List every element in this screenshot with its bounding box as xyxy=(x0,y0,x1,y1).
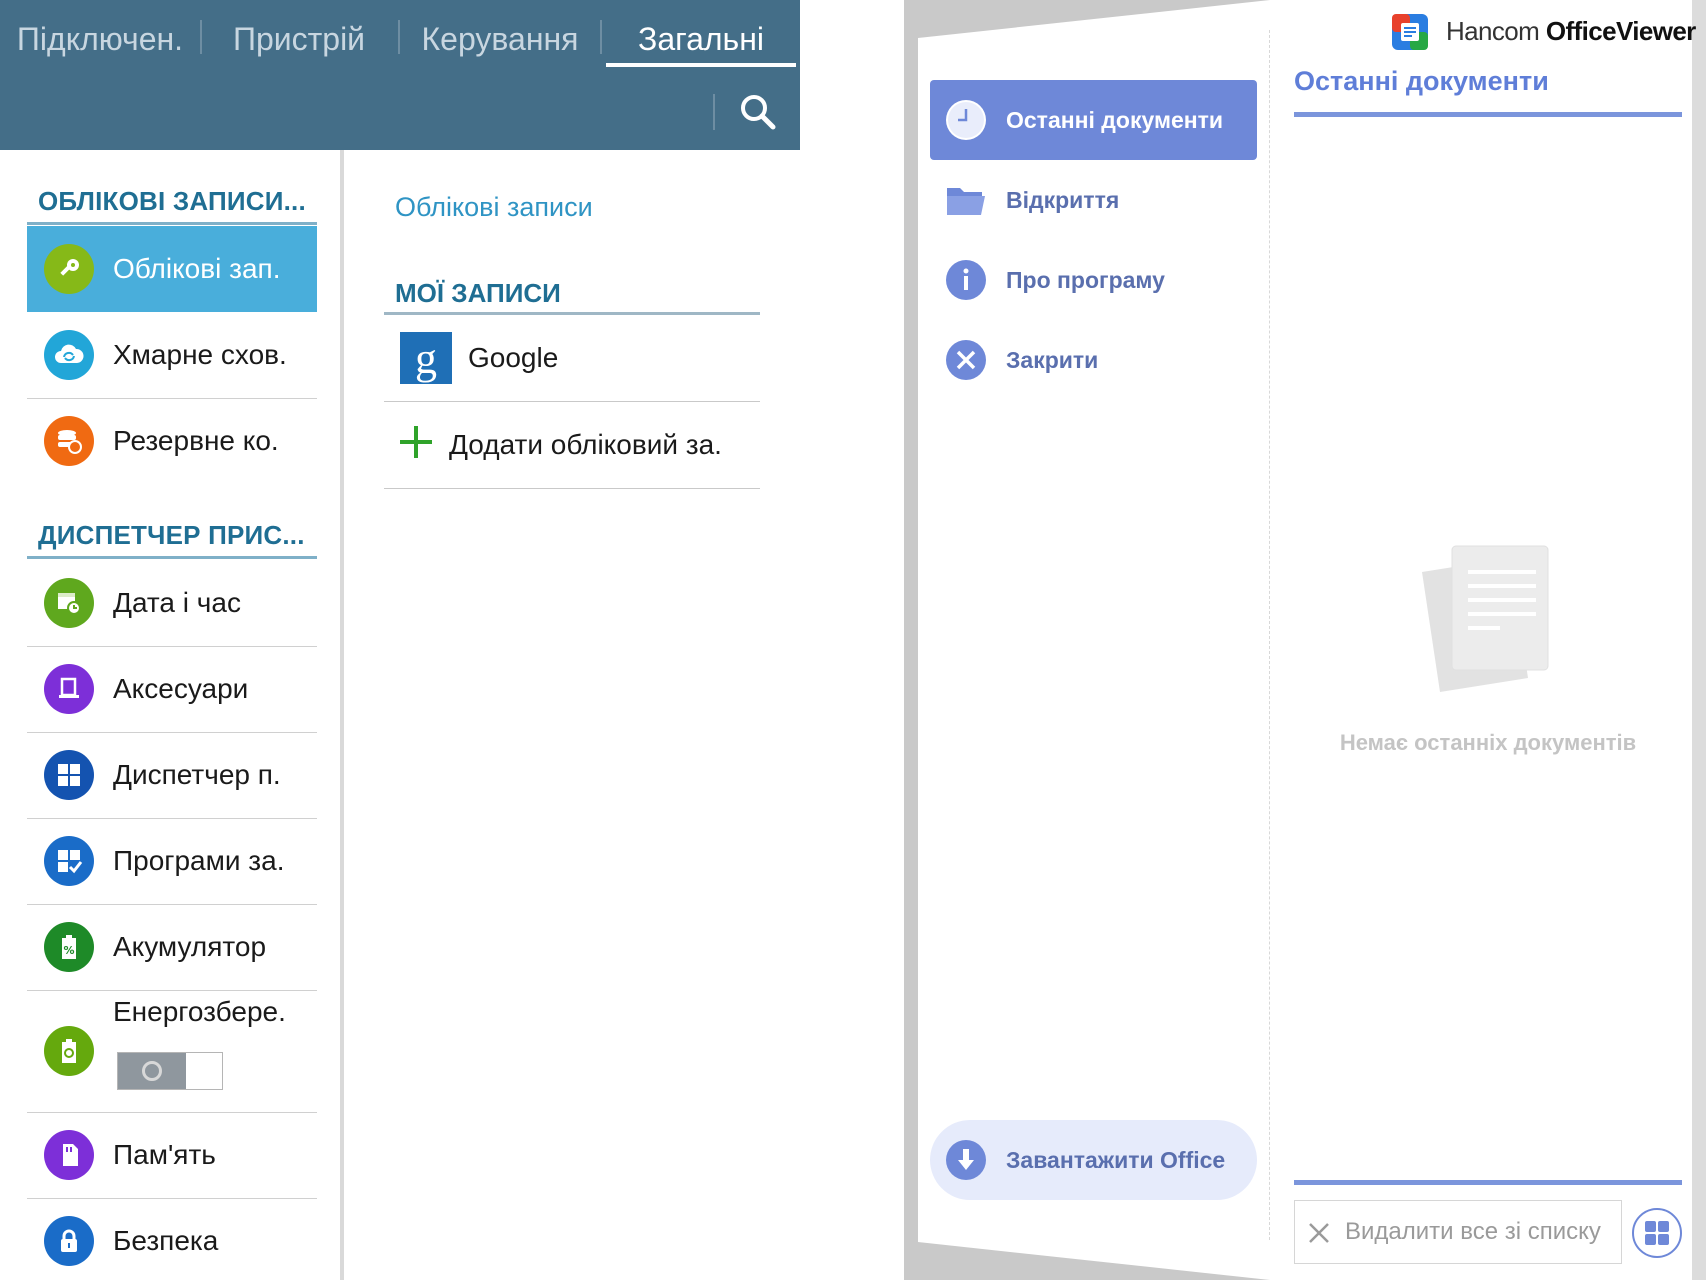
menu-item-label: Аксесуари xyxy=(113,673,249,704)
grid-icon xyxy=(1645,1221,1669,1245)
menu-item-default-apps[interactable]: Програми за. xyxy=(27,818,317,904)
page-title: Облікові записи xyxy=(395,192,593,222)
tab-controls[interactable]: Керування xyxy=(400,0,600,78)
apps-grid-icon xyxy=(44,750,94,800)
tab-separator xyxy=(600,20,602,54)
viewer-page-edge xyxy=(1692,0,1706,1280)
power-saving-toggle[interactable] xyxy=(117,1052,223,1090)
accounts-panel: Облікові записи МОЇ ЗАПИСИ g Google Дода… xyxy=(344,150,800,1280)
app-title: Hancom OfficeViewer xyxy=(1446,16,1696,47)
menu-item-label: Енергозбере. xyxy=(113,996,286,1027)
title-underline xyxy=(1294,112,1682,117)
nav-close[interactable]: Закрити xyxy=(930,320,1257,400)
sd-card-icon xyxy=(44,1130,94,1180)
hancom-logo-icon xyxy=(1392,14,1428,50)
add-account-label: Додати обліковий за. xyxy=(449,429,722,460)
nav-about[interactable]: Про програму xyxy=(930,240,1257,320)
google-icon: g xyxy=(400,332,452,384)
menu-item-security[interactable]: Безпека xyxy=(27,1198,317,1280)
clear-list-button[interactable]: Видалити все зі списку xyxy=(1294,1200,1622,1264)
search-button[interactable] xyxy=(736,90,780,134)
cloud-sync-icon xyxy=(44,330,94,380)
close-icon xyxy=(1309,1223,1329,1243)
toggle-track xyxy=(118,1053,186,1089)
menu-item-label: Акумулятор xyxy=(113,931,267,962)
menu-item-label: Хмарне схов. xyxy=(113,339,287,370)
nav-label: Останні документи xyxy=(1006,107,1224,133)
settings-app: Підключен. Пристрій Керування Загальні О… xyxy=(0,0,800,1280)
nav-label: Закрити xyxy=(1006,347,1099,373)
section-title-my-accounts: МОЇ ЗАПИСИ xyxy=(395,278,561,308)
search-icon xyxy=(741,95,776,130)
calendar-clock-icon xyxy=(44,578,94,628)
menu-item-accounts[interactable]: Облікові зап. xyxy=(27,226,317,312)
nav-recent-documents[interactable]: Останні документи xyxy=(930,80,1257,160)
section-divider xyxy=(27,222,317,225)
menu-item-label: Безпека xyxy=(113,1225,219,1256)
grid-view-button[interactable] xyxy=(1632,1208,1682,1258)
tab-connections[interactable]: Підключен. xyxy=(0,0,200,78)
menu-item-label: Програми за. xyxy=(113,845,285,876)
menu-item-cloud[interactable]: Хмарне схов. xyxy=(27,312,317,398)
download-icon xyxy=(946,1140,986,1180)
nav-label: Відкриття xyxy=(1006,187,1120,213)
lock-icon xyxy=(44,1216,94,1266)
backup-database-icon xyxy=(44,416,94,466)
app-title-product: Office xyxy=(1545,16,1617,46)
empty-documents-icon xyxy=(1422,545,1549,692)
plus-icon xyxy=(400,426,432,458)
clear-list-label: Видалити все зі списку xyxy=(1345,1218,1601,1245)
menu-item-app-manager[interactable]: Диспетчер п. xyxy=(27,732,317,818)
menu-item-storage[interactable]: Пам'ять xyxy=(27,1112,317,1198)
menu-item-power-saving[interactable]: Енергозбере. xyxy=(27,990,317,1112)
active-tab-indicator xyxy=(606,63,796,67)
download-office-button[interactable]: Завантажити Office xyxy=(930,1120,1257,1200)
settings-header: Підключен. Пристрій Керування Загальні xyxy=(0,0,800,150)
nav-open[interactable]: Відкриття xyxy=(930,160,1257,240)
app-title-suffix: Viewer xyxy=(1615,16,1696,46)
account-row-google[interactable]: g Google xyxy=(384,315,760,401)
nav-label: Про програму xyxy=(1006,267,1165,293)
menu-item-label: Облікові зап. xyxy=(113,253,281,284)
clock-icon xyxy=(946,100,986,140)
settings-category-list: ОБЛІКОВІ ЗАПИСИ... Облікові зап. Хмарне … xyxy=(0,150,340,1280)
close-icon xyxy=(946,340,986,380)
page-title: Останні документи xyxy=(1294,66,1549,96)
svg-text:%: % xyxy=(63,944,74,957)
account-label: Google xyxy=(468,342,559,373)
empty-state-text: Немає останніх документів xyxy=(1339,730,1637,755)
accessory-icon xyxy=(44,664,94,714)
menu-item-label: Дата і час xyxy=(113,587,241,618)
menu-item-label: Резервне ко. xyxy=(113,425,279,456)
default-apps-icon xyxy=(44,836,94,886)
toggle-knob xyxy=(142,1061,162,1081)
section-title-accounts: ОБЛІКОВІ ЗАПИСИ... xyxy=(38,186,306,216)
list-separator xyxy=(384,488,760,489)
battery-icon: % xyxy=(44,922,94,972)
info-icon xyxy=(946,260,986,300)
viewer-fold-line xyxy=(1269,30,1270,1240)
power-saving-icon xyxy=(44,1026,94,1076)
section-title-device-manager: ДИСПЕТЧЕР ПРИС... xyxy=(38,520,305,550)
folder-icon xyxy=(946,180,986,220)
key-icon xyxy=(44,244,94,294)
bottom-divider xyxy=(1294,1180,1682,1185)
menu-item-accessories[interactable]: Аксесуари xyxy=(27,646,317,732)
download-label: Завантажити Office xyxy=(1006,1147,1226,1173)
menu-item-battery[interactable]: % Акумулятор xyxy=(27,904,317,990)
menu-item-backup[interactable]: Резервне ко. xyxy=(27,398,317,484)
menu-item-label: Диспетчер п. xyxy=(113,759,281,790)
header-separator xyxy=(713,94,715,130)
section-divider xyxy=(27,556,317,559)
tab-device[interactable]: Пристрій xyxy=(202,0,396,78)
add-account-button[interactable]: Додати обліковий за. xyxy=(384,402,760,488)
app-title-brand: Hancom xyxy=(1446,16,1540,46)
menu-item-label: Пам'ять xyxy=(113,1139,216,1170)
menu-item-date-time[interactable]: Дата і час xyxy=(27,560,317,646)
